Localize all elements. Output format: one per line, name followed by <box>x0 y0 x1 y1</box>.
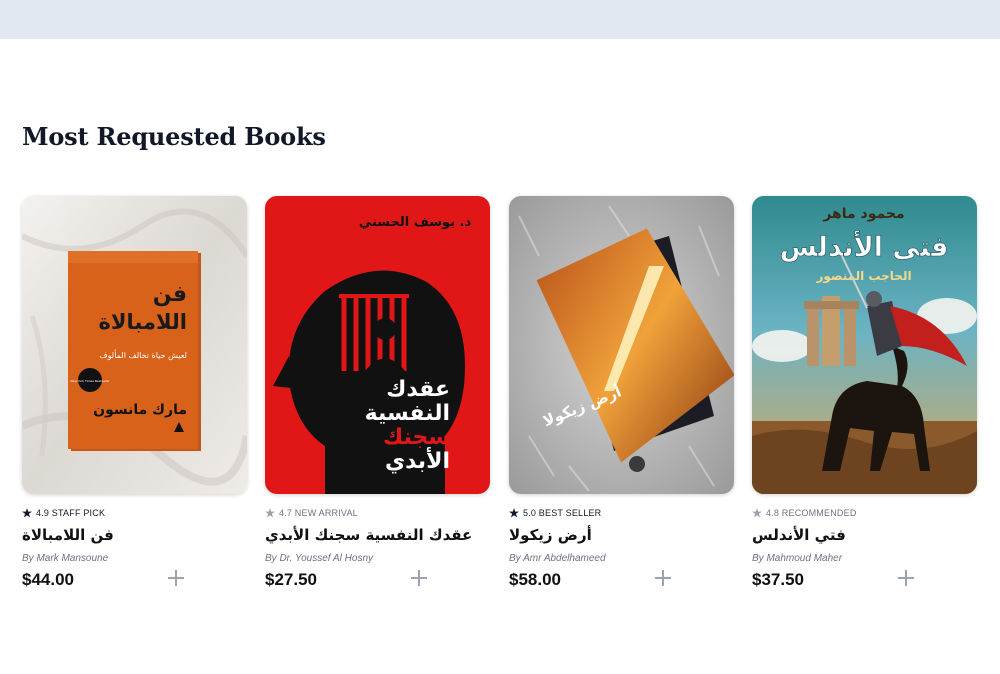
book-card[interactable]: أرض زيكولا 5.0 BEST SELLER أرض زيكولا By… <box>509 196 734 596</box>
rating-label: 4.8 RECOMMENDED <box>766 508 857 518</box>
book-card[interactable]: د. يوسف الحسني عقدك النفسية سجنك الأبدي … <box>265 196 490 596</box>
svg-text:فتى الأندلس: فتى الأندلس <box>780 230 949 263</box>
top-bar <box>0 0 1000 39</box>
plus-icon <box>655 570 671 586</box>
add-to-cart-button[interactable] <box>894 566 918 590</box>
svg-text:الحاجب المنصور: الحاجب المنصور <box>815 269 911 284</box>
section-title: Most Requested Books <box>22 122 326 151</box>
rating-row: 4.9 STAFF PICK <box>22 508 105 518</box>
svg-text:اللامبالاة: اللامبالاة <box>98 310 187 334</box>
star-icon <box>509 508 519 518</box>
rating-label: 4.9 STAFF PICK <box>36 508 106 518</box>
rating-row: 4.8 RECOMMENDED <box>752 508 857 518</box>
book-cover-image[interactable]: محمود ماهر فتى الأندلس الحاجب المنصور <box>752 196 977 494</box>
svg-text:الأبدي: الأبدي <box>385 446 450 474</box>
add-to-cart-button[interactable] <box>407 566 431 590</box>
star-icon <box>752 508 762 518</box>
plus-icon <box>168 570 184 586</box>
svg-text:لعيش حياة تخالف المألوف: لعيش حياة تخالف المألوف <box>99 349 187 360</box>
star-icon <box>265 508 275 518</box>
rating-row: 4.7 NEW ARRIVAL <box>265 508 358 518</box>
svg-text:New York Times Bestseller: New York Times Bestseller <box>70 379 110 383</box>
svg-text:النفسية: النفسية <box>365 401 450 426</box>
add-to-cart-button[interactable] <box>651 566 675 590</box>
add-to-cart-button[interactable] <box>164 566 188 590</box>
plus-icon <box>898 570 914 586</box>
book-price: $37.50 <box>752 570 804 589</box>
book-price: $27.50 <box>265 570 317 589</box>
book-author: By Dr. Youssef Al Hosny <box>265 553 374 564</box>
svg-text:فن: فن <box>153 282 187 307</box>
book-cover-image[interactable]: فن اللامبالاة لعيش حياة تخالف المألوف Ne… <box>22 196 247 494</box>
book-title[interactable]: عقدك النفسية سجنك الأبدي <box>265 526 472 544</box>
book-author: By Mahmoud Maher <box>752 553 843 564</box>
book-card[interactable]: محمود ماهر فتى الأندلس الحاجب المنصور 4.… <box>752 196 977 596</box>
rating-label: 5.0 BEST SELLER <box>523 508 602 518</box>
plus-icon <box>411 570 427 586</box>
svg-text:عقدك: عقدك <box>386 377 450 402</box>
svg-text:مارك مانسون: مارك مانسون <box>93 402 187 418</box>
rating-row: 5.0 BEST SELLER <box>509 508 601 518</box>
svg-text:د. يوسف الحسني: د. يوسف الحسني <box>359 215 472 230</box>
book-title[interactable]: فتي الأندلس <box>752 526 846 544</box>
book-card[interactable]: فن اللامبالاة لعيش حياة تخالف المألوف Ne… <box>22 196 247 596</box>
book-title[interactable]: فن اللامبالاة <box>22 526 114 544</box>
book-title[interactable]: أرض زيكولا <box>509 526 592 544</box>
book-cover-image[interactable]: أرض زيكولا <box>509 196 734 494</box>
star-icon <box>22 508 32 518</box>
book-author: By Amr Abdelhameed <box>509 553 606 564</box>
svg-text:محمود ماهر: محمود ماهر <box>822 206 904 222</box>
book-price: $58.00 <box>509 570 561 589</box>
rating-label: 4.7 NEW ARRIVAL <box>279 508 358 518</box>
svg-text:سجنك: سجنك <box>383 425 450 450</box>
book-cover-image[interactable]: د. يوسف الحسني عقدك النفسية سجنك الأبدي <box>265 196 490 494</box>
book-price: $44.00 <box>22 570 74 589</box>
book-author: By Mark Mansoune <box>22 553 109 564</box>
